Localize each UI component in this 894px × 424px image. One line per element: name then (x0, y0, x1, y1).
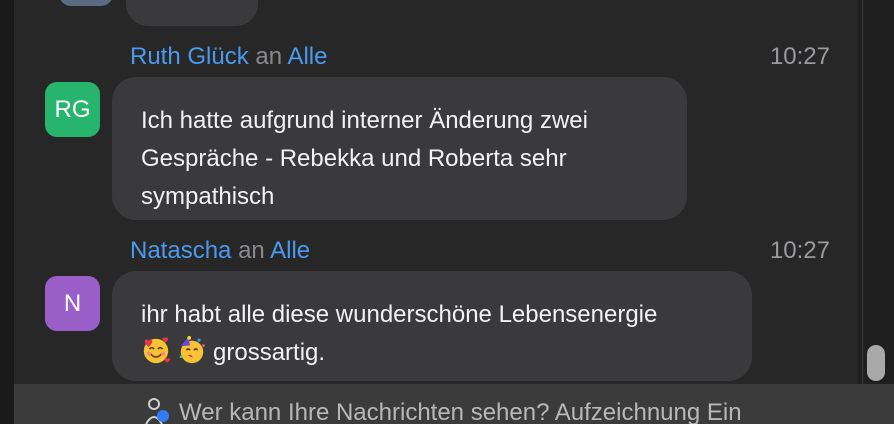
recipient-connector: an (238, 237, 265, 264)
message-bubble[interactable]: ihr habt alle diese wunderschöne Lebense… (112, 271, 752, 381)
scrollbar-thumb[interactable] (867, 345, 885, 381)
smiling-face-with-hearts-icon (143, 337, 171, 364)
avatar[interactable]: RG (45, 82, 100, 137)
message-time: 10:27 (769, 237, 830, 264)
scrollbar-divider (862, 0, 863, 384)
message-text-line: grossartig. (141, 334, 722, 372)
left-edge (0, 0, 14, 424)
recipient-name[interactable]: Alle (270, 237, 310, 264)
previous-message-avatar (59, 0, 113, 6)
recipient-connector: an (255, 43, 283, 70)
previous-message-bubble (126, 0, 258, 26)
message-text-line: Gespräche - Rebekka und Roberta sehr (141, 145, 567, 172)
chat-window: Ruth Glück an Alle 10:27 RG Ich hatte au… (0, 0, 894, 424)
sender-name[interactable]: Natascha (130, 237, 231, 264)
message-text-fragment: grossartig. (213, 339, 326, 366)
recipient-name[interactable]: Alle (287, 43, 327, 70)
visibility-notice-text[interactable]: Wer kann Ihre Nachrichten sehen? Aufzeic… (179, 398, 742, 424)
message-time: 10:27 (769, 43, 830, 70)
message-bubble[interactable]: Ich hatte aufgrund interner Änderung zwe… (112, 77, 687, 220)
chat-visibility-bar[interactable]: Wer kann Ihre Nachrichten sehen? Aufzeic… (14, 384, 894, 424)
person-visibility-icon (145, 398, 169, 424)
message-text-line: sympathisch (141, 183, 275, 210)
message-header: Natascha an Alle (130, 236, 310, 266)
message-text-line: ihr habt alle diese wunderschöne Lebense… (141, 301, 658, 328)
message-header: Ruth Glück an Alle (130, 42, 327, 72)
scrollbar-track[interactable] (858, 0, 894, 384)
message-text-line: Ich hatte aufgrund interner Änderung zwe… (141, 107, 588, 134)
partying-face-icon (179, 335, 205, 364)
sender-name[interactable]: Ruth Glück (130, 43, 249, 70)
avatar[interactable]: N (45, 276, 100, 331)
